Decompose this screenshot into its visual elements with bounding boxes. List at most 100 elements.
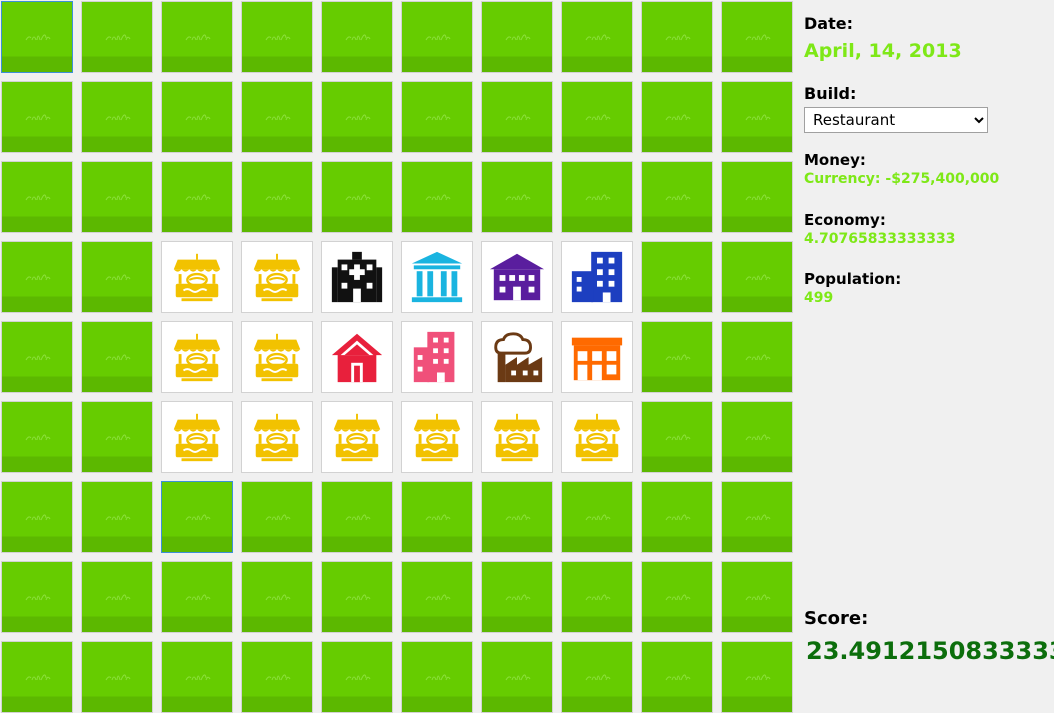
grid-cell-grass[interactable] xyxy=(320,480,400,560)
grid-cell-grass[interactable] xyxy=(240,0,320,80)
grid-cell-grass[interactable] xyxy=(640,400,720,480)
grid-cell-grass[interactable] xyxy=(400,0,480,80)
grid-cell-grass[interactable] xyxy=(240,480,320,560)
grid-cell-hospital[interactable] xyxy=(320,240,400,320)
grid-cell-restaurant[interactable] xyxy=(560,400,640,480)
grid-cell-grass[interactable] xyxy=(560,0,640,80)
grid-cell-restaurant[interactable] xyxy=(160,400,240,480)
grid-cell-grass[interactable] xyxy=(640,640,720,713)
grid-cell-grass[interactable] xyxy=(80,640,160,713)
grid-cell-house[interactable] xyxy=(320,320,400,400)
grid-cell-grass[interactable] xyxy=(640,240,720,320)
grid-cell-grass[interactable] xyxy=(160,560,240,640)
grid-cell-grass[interactable] xyxy=(240,80,320,160)
grid-cell-grass[interactable] xyxy=(640,0,720,80)
grid-cell-grass[interactable] xyxy=(320,160,400,240)
grid-cell-grass[interactable] xyxy=(720,640,800,713)
grid-cell-grass[interactable] xyxy=(720,400,800,480)
grid-cell-grass[interactable] xyxy=(400,160,480,240)
grid-cell-grass[interactable] xyxy=(80,160,160,240)
grid-cell-school[interactable] xyxy=(480,240,560,320)
grid-cell-grass[interactable] xyxy=(480,80,560,160)
grid-cell-museum[interactable] xyxy=(400,240,480,320)
grid-cell-grass[interactable] xyxy=(640,320,720,400)
grid-cell-grass[interactable] xyxy=(400,480,480,560)
grid-cell-office[interactable] xyxy=(560,240,640,320)
grid-cell-grass[interactable] xyxy=(80,400,160,480)
grid-cell-grass[interactable] xyxy=(160,640,240,713)
grid-cell-restaurant[interactable] xyxy=(240,240,320,320)
grid-cell-grass[interactable] xyxy=(80,0,160,80)
grid-cell-grass[interactable] xyxy=(480,560,560,640)
grid-cell-restaurant[interactable] xyxy=(160,240,240,320)
grid-cell-grass[interactable] xyxy=(720,480,800,560)
grid-cell-grass[interactable] xyxy=(400,640,480,713)
grid-cell-grass[interactable] xyxy=(80,240,160,320)
grid-cell-grass[interactable] xyxy=(560,80,640,160)
grid-cell-grass[interactable] xyxy=(80,560,160,640)
restaurant-tile xyxy=(161,321,233,393)
grid-cell-grass[interactable] xyxy=(720,80,800,160)
grass-tile xyxy=(721,321,793,393)
grid-cell-grass[interactable] xyxy=(640,480,720,560)
grid-cell-grass[interactable] xyxy=(240,160,320,240)
grid-cell-grass[interactable] xyxy=(720,560,800,640)
grid-cell-grass[interactable] xyxy=(0,320,80,400)
grid-cell-restaurant[interactable] xyxy=(240,320,320,400)
grass-tuft-icon xyxy=(265,34,291,41)
grid-cell-store[interactable] xyxy=(560,320,640,400)
grid-cell-grass[interactable] xyxy=(0,0,80,80)
grid-cell-grass[interactable] xyxy=(160,160,240,240)
grid-cell-restaurant[interactable] xyxy=(240,400,320,480)
grid-cell-grass[interactable] xyxy=(480,160,560,240)
grid-cell-restaurant[interactable] xyxy=(400,400,480,480)
grid-cell-grass[interactable] xyxy=(720,320,800,400)
grid-cell-grass[interactable] xyxy=(80,320,160,400)
grid-cell-grass[interactable] xyxy=(480,640,560,713)
grass-tuft-icon xyxy=(585,514,611,521)
grid-cell-grass[interactable] xyxy=(640,80,720,160)
grid-cell-grass[interactable] xyxy=(560,560,640,640)
grid-cell-grass[interactable] xyxy=(400,80,480,160)
grid-cell-grass[interactable] xyxy=(0,560,80,640)
grid-cell-grass[interactable] xyxy=(160,0,240,80)
grass-tuft-icon xyxy=(585,194,611,201)
grid-cell-grass[interactable] xyxy=(720,240,800,320)
build-type-select[interactable]: Restaurant xyxy=(804,107,988,133)
grid-cell-grass[interactable] xyxy=(720,160,800,240)
grid-cell-grass[interactable] xyxy=(0,80,80,160)
grid-cell-restaurant[interactable] xyxy=(320,400,400,480)
grid-cell-grass[interactable] xyxy=(400,560,480,640)
grid-cell-grass[interactable] xyxy=(640,160,720,240)
grid-cell-restaurant[interactable] xyxy=(480,400,560,480)
grid-cell-grass[interactable] xyxy=(80,80,160,160)
grass-tuft-icon xyxy=(665,114,691,121)
grid-cell-factory[interactable] xyxy=(480,320,560,400)
grid-cell-grass[interactable] xyxy=(480,0,560,80)
grid-cell-grass[interactable] xyxy=(240,640,320,713)
grid-cell-grass[interactable] xyxy=(80,480,160,560)
grid-cell-grass[interactable] xyxy=(560,480,640,560)
office-tile xyxy=(561,241,633,313)
grid-cell-grass[interactable] xyxy=(640,560,720,640)
grid-cell-grass[interactable] xyxy=(480,480,560,560)
grid-cell-grass[interactable] xyxy=(320,80,400,160)
grid-cell-grass[interactable] xyxy=(240,560,320,640)
grid-cell-restaurant[interactable] xyxy=(160,320,240,400)
grass-tile xyxy=(401,161,473,233)
grid-cell-grass[interactable] xyxy=(0,400,80,480)
grid-cell-grass[interactable] xyxy=(720,0,800,80)
grid-cell-grass[interactable] xyxy=(320,640,400,713)
grid-cell-grass[interactable] xyxy=(0,480,80,560)
grid-cell-grass[interactable] xyxy=(160,480,240,560)
grid-cell-grass[interactable] xyxy=(0,240,80,320)
grid-cell-apartment[interactable] xyxy=(400,320,480,400)
grid-cell-grass[interactable] xyxy=(560,160,640,240)
date-label: Date: xyxy=(804,14,853,33)
grid-cell-grass[interactable] xyxy=(0,640,80,713)
grid-cell-grass[interactable] xyxy=(320,560,400,640)
grid-cell-grass[interactable] xyxy=(320,0,400,80)
grid-cell-grass[interactable] xyxy=(160,80,240,160)
grid-cell-grass[interactable] xyxy=(560,640,640,713)
grid-cell-grass[interactable] xyxy=(0,160,80,240)
